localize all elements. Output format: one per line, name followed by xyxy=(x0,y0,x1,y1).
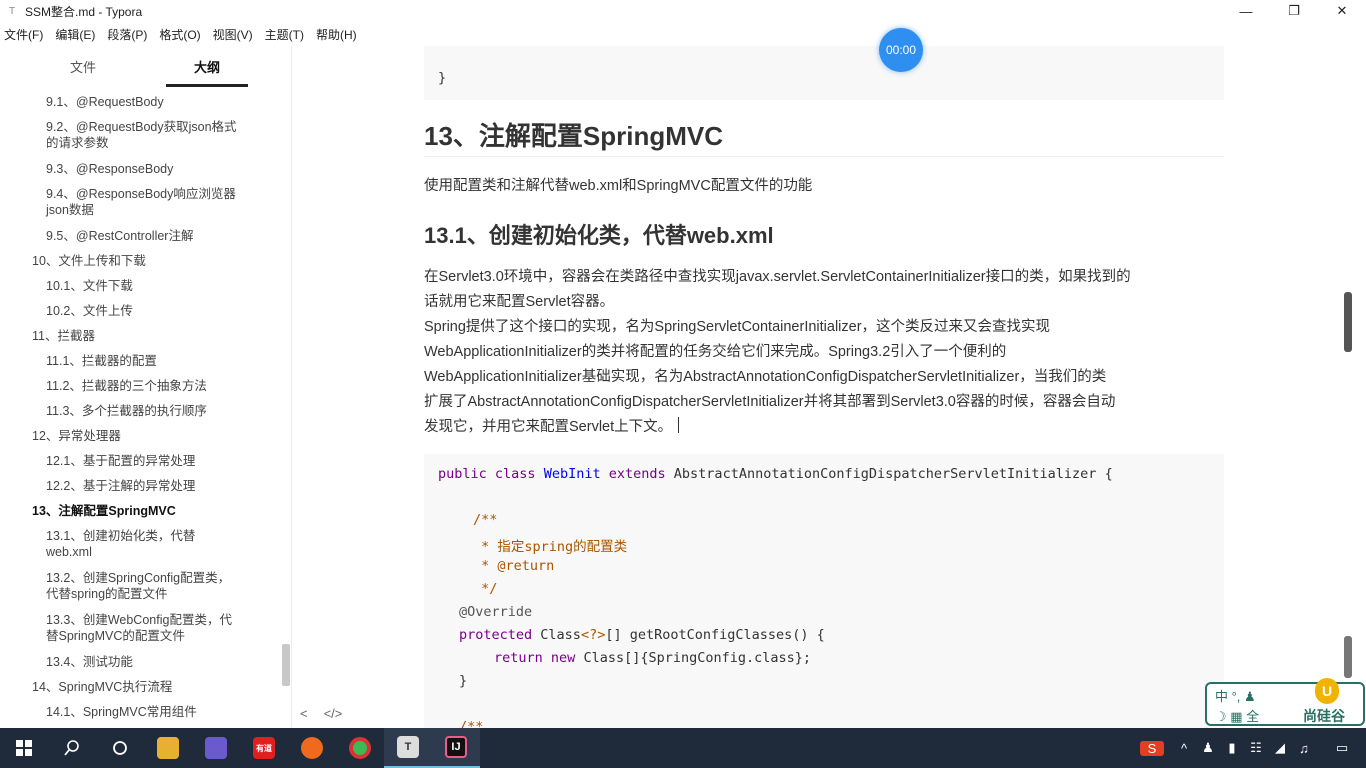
windows-start-icon[interactable] xyxy=(0,728,48,768)
sidebar-scrollbar[interactable] xyxy=(282,644,290,686)
menu-bar: 文件(F) 编辑(E) 段落(P) 格式(O) 视图(V) 主题(T) 帮助(H… xyxy=(0,22,369,46)
brand-logo-icon: U xyxy=(1315,678,1339,704)
outline-item[interactable]: 13、注解配置SpringMVC xyxy=(0,503,250,519)
user-icon[interactable]: ♟ xyxy=(1196,740,1220,756)
paragraph-line: WebApplicationInitializer的类并将配置的任务交给它们来完… xyxy=(424,344,1007,360)
youdao-app-icon[interactable]: 有道 xyxy=(240,728,288,768)
tab-files[interactable]: 文件 xyxy=(42,46,124,90)
code-line: } xyxy=(459,673,468,689)
menu-view[interactable]: 视图(V) xyxy=(213,26,253,43)
code-line: public class WebInit extends AbstractAnn… xyxy=(438,466,1113,482)
heading-1: 13、注解配置SpringMVC xyxy=(424,121,724,151)
heading-2: 13.1、创建初始化类，代替web.xml xyxy=(424,223,774,248)
paragraph-line: 发现它，并用它来配置Servlet上下文。 xyxy=(424,419,673,435)
outline-item[interactable]: 9.4、@ResponseBody响应浏览器json数据 xyxy=(0,186,250,218)
code-line: */ xyxy=(473,581,498,597)
battery-icon[interactable]: ▮ xyxy=(1220,740,1244,756)
intro-paragraph: 使用配置类和注解代替web.xml和SpringMVC配置文件的功能 xyxy=(424,178,813,194)
squirrel-app-icon[interactable] xyxy=(144,728,192,768)
menu-paragraph[interactable]: 段落(P) xyxy=(107,26,147,43)
close-button[interactable]: ✕ xyxy=(1318,0,1366,22)
kite-app-icon[interactable] xyxy=(192,728,240,768)
text-cursor xyxy=(678,417,680,433)
code-line: * 指定spring的配置类 xyxy=(473,539,628,555)
code-line: protected Class<?>[] getRootConfigClasse… xyxy=(459,627,825,643)
search-icon[interactable] xyxy=(48,728,96,768)
ime-toolbar[interactable]: 中 °, ♟ ☽ ▦ 全 U 尚硅谷 xyxy=(1205,678,1365,726)
minimize-button[interactable]: — xyxy=(1222,0,1270,22)
body-paragraph: 在Servlet3.0环境中，容器会在类路径中查找实现javax.servlet… xyxy=(424,265,1224,440)
wifi-icon[interactable]: ◢ xyxy=(1268,740,1292,756)
chrome-icon[interactable] xyxy=(336,728,384,768)
title-bar: T SSM整合.md - Typora — ❐ ✕ xyxy=(0,0,1366,22)
outline-item[interactable]: 11、拦截器 xyxy=(0,328,250,344)
outline-item[interactable]: 13.1、创建初始化类，代替web.xml xyxy=(0,528,250,560)
ime-row-bottom[interactable]: ☽ ▦ 全 xyxy=(1215,706,1259,725)
menu-edit[interactable]: 编辑(E) xyxy=(55,26,95,43)
active-tab-indicator xyxy=(166,84,248,87)
paragraph-line: 话就用它来配置Servlet容器。 xyxy=(424,294,615,310)
outline-item[interactable]: 14、SpringMVC执行流程 xyxy=(0,679,250,695)
outline-item[interactable]: 12.1、基于配置的异常处理 xyxy=(0,453,250,469)
editor-content[interactable]: } 13、注解配置SpringMVC 使用配置类和注解代替web.xml和Spr… xyxy=(292,46,1354,728)
notification-icon[interactable]: ▭ xyxy=(1330,740,1354,756)
editor-scrollbar-thumb[interactable] xyxy=(1344,292,1352,352)
outline-item[interactable]: 11.3、多个拦截器的执行顺序 xyxy=(0,403,250,419)
code-line: return new Class[]{SpringConfig.class}; xyxy=(494,650,812,666)
heading-divider xyxy=(424,156,1224,157)
recording-timer[interactable]: 00:00 xyxy=(879,28,923,72)
system-tray: S ^ ♟ ▮ ☷ ◢ ♫ ▭ xyxy=(1140,728,1366,768)
keyboard-icon[interactable]: ☷ xyxy=(1244,740,1268,756)
outline-item[interactable]: 14.1、SpringMVC常用组件 xyxy=(0,704,250,720)
paragraph-line: WebApplicationInitializer基础实现，名为Abstract… xyxy=(424,369,1107,385)
code-line: * @return xyxy=(473,558,555,574)
code-line: /** xyxy=(459,719,484,728)
code-line: /** xyxy=(473,512,498,528)
editor-scrollbar-marker[interactable] xyxy=(1344,636,1352,678)
firefox-icon[interactable] xyxy=(288,728,336,768)
intellij-idea-icon[interactable]: IJ xyxy=(432,728,480,768)
outline-item[interactable]: 13.3、创建WebConfig配置类，代替SpringMVC的配置文件 xyxy=(0,612,250,644)
sidebar-tabs: 文件 大纲 xyxy=(0,46,291,90)
outline-item[interactable]: 13.2、创建SpringConfig配置类，代替spring的配置文件 xyxy=(0,570,250,602)
code-block-webinit[interactable]: public class WebInit extends AbstractAnn… xyxy=(424,454,1224,728)
ime-row-top[interactable]: 中 °, ♟ xyxy=(1215,686,1256,705)
window-controls: — ❐ ✕ xyxy=(1222,0,1366,22)
code-line: @Override xyxy=(459,604,533,620)
outline-item[interactable]: 9.5、@RestController注解 xyxy=(0,228,250,244)
taskbar: 有道 T IJ S ^ ♟ ▮ ☷ ◢ ♫ ▭ xyxy=(0,728,1366,768)
outline-item[interactable]: 10.2、文件上传 xyxy=(0,303,250,319)
paragraph-line: 在Servlet3.0环境中，容器会在类路径中查找实现javax.servlet… xyxy=(424,269,1131,285)
menu-format[interactable]: 格式(O) xyxy=(159,26,200,43)
paragraph-line: 扩展了AbstractAnnotationConfigDispatcherSer… xyxy=(424,394,1116,410)
menu-theme[interactable]: 主题(T) xyxy=(265,26,304,43)
outline-item[interactable]: 9.3、@ResponseBody xyxy=(0,161,250,177)
outline-item[interactable]: 10、文件上传和下载 xyxy=(0,253,250,269)
maximize-button[interactable]: ❐ xyxy=(1270,0,1318,22)
outline-item[interactable]: 9.2、@RequestBody获取json格式的请求参数 xyxy=(0,119,250,151)
menu-help[interactable]: 帮助(H) xyxy=(316,26,357,43)
outline-item[interactable]: 9.1、@RequestBody xyxy=(0,94,250,110)
paragraph-line: Spring提供了这个接口的实现，名为SpringServletContaine… xyxy=(424,319,1051,335)
paragraph-line-last: 发现它，并用它来配置Servlet上下文。 xyxy=(424,415,1224,440)
menu-file[interactable]: 文件(F) xyxy=(4,26,43,43)
chevron-up-icon[interactable]: ^ xyxy=(1172,741,1196,756)
outline-item[interactable]: 10.1、文件下载 xyxy=(0,278,250,294)
typora-app-icon: T xyxy=(8,5,16,17)
sogou-ime-icon[interactable]: S xyxy=(1140,740,1164,756)
outline-item[interactable]: 12、异常处理器 xyxy=(0,428,250,444)
volume-icon[interactable]: ♫ xyxy=(1292,741,1316,756)
outline-item[interactable]: 11.1、拦截器的配置 xyxy=(0,353,250,369)
cortana-icon[interactable] xyxy=(96,728,144,768)
typora-taskbar-icon[interactable]: T xyxy=(384,728,432,768)
brand-logo-text: 尚硅谷 xyxy=(1303,708,1345,724)
outline-item[interactable]: 11.2、拦截器的三个抽象方法 xyxy=(0,378,250,394)
outline-item[interactable]: 13.4、测试功能 xyxy=(0,654,250,670)
outline-item[interactable]: 12.2、基于注解的异常处理 xyxy=(0,478,250,494)
code-block[interactable]: } xyxy=(424,46,1224,100)
sidebar: 文件 大纲 9.1、@RequestBody 9.2、@RequestBody获取… xyxy=(0,46,292,728)
code-line: } xyxy=(438,70,447,86)
window-title: SSM整合.md - Typora xyxy=(25,4,143,19)
